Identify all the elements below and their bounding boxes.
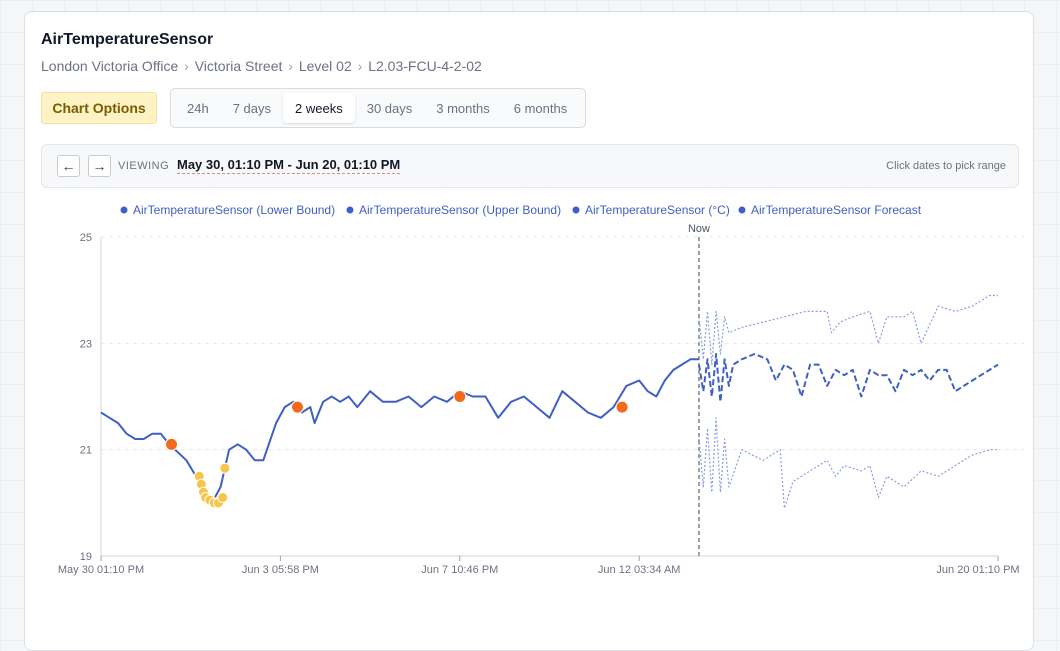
legend-label: AirTemperatureSensor Forecast (751, 203, 922, 217)
anomaly-point-low[interactable] (219, 462, 231, 474)
y-tick-label: 19 (80, 551, 92, 563)
series-line-lower-bound[interactable] (698, 417, 998, 509)
anomaly-point-high[interactable] (164, 437, 178, 451)
now-label: Now (688, 223, 710, 235)
x-tick-label: Jun 20 01:10 PM (936, 564, 1019, 576)
series-line-forecast[interactable] (698, 353, 999, 403)
series-line-upper-bound[interactable] (698, 294, 998, 366)
anomaly-point-high[interactable] (290, 400, 304, 414)
anomaly-point-high[interactable] (453, 390, 467, 403)
legend-marker[interactable] (738, 206, 746, 214)
x-tick-label: Jun 12 03:34 AM (598, 564, 681, 576)
anomaly-point-low[interactable] (217, 492, 229, 504)
x-tick-label: Jun 3 05:58 PM (242, 564, 319, 576)
temperature-chart: AirTemperatureSensor (Lower Bound) AirTem… (58, 203, 1024, 576)
y-tick-label: 23 (80, 338, 92, 350)
legend-marker[interactable] (572, 206, 580, 214)
legend-marker[interactable] (120, 206, 128, 214)
y-tick-label: 25 (80, 232, 92, 244)
legend-label: AirTemperatureSensor (Lower Bound) (133, 203, 335, 217)
anomaly-point-high[interactable] (615, 400, 629, 414)
legend-label: AirTemperatureSensor (Upper Bound) (359, 203, 561, 217)
legend-marker[interactable] (346, 206, 354, 214)
x-tick-label: May 30 01:10 PM (58, 564, 144, 576)
legend-label: AirTemperatureSensor (°C) (585, 203, 730, 217)
x-tick-label: Jun 7 10:46 PM (421, 564, 498, 576)
y-tick-label: 21 (80, 445, 92, 457)
series-line-temperature[interactable] (100, 358, 699, 504)
